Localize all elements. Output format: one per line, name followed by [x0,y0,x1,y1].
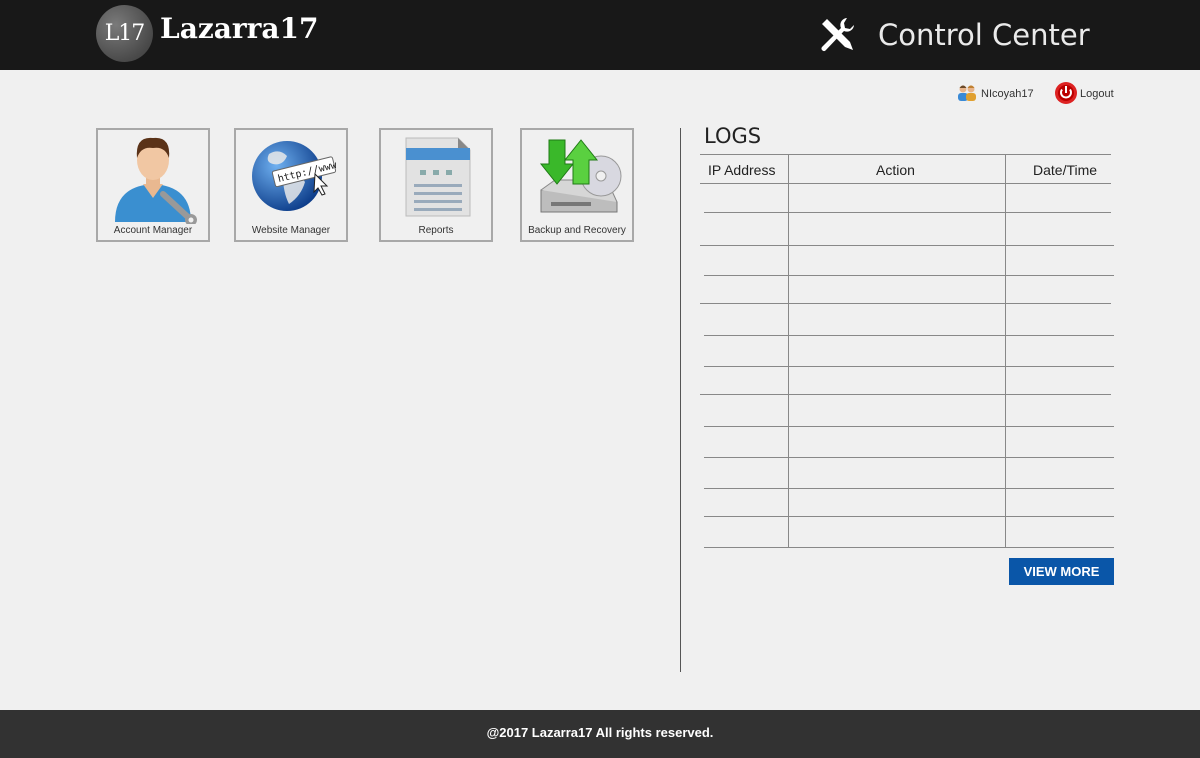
copyright-text: @2017 Lazarra17 All rights reserved. [486,725,714,740]
tile-reports[interactable]: Reports [379,128,493,242]
column-header-date-time: Date/Time [1033,162,1098,178]
table-row [704,275,1114,276]
logo-badge[interactable]: L17 [96,5,153,62]
table-row [704,335,1114,336]
view-more-button[interactable]: VIEW MORE [1009,558,1114,585]
account-manager-icon [115,137,197,224]
backup-disk-icon [539,139,622,213]
logout-link[interactable]: Logout [1080,88,1114,100]
tile-label: Reports [418,225,454,236]
table-border [700,154,1111,155]
table-row [700,394,1111,395]
globe-http-icon: http://www [252,141,339,211]
tile-backup-and-recovery[interactable]: Backup and Recovery [520,128,634,242]
logs-title: LOGS [704,124,762,148]
tile-label: Backup and Recovery [528,225,626,236]
username[interactable]: NIcoyah17 [981,88,1034,100]
brand-name[interactable]: Lazarra17 [160,12,318,45]
table-row [704,516,1114,517]
users-icon [958,85,976,101]
tile-label: Website Manager [251,225,331,236]
power-icon[interactable] [1054,81,1078,105]
wrench-screwdriver-icon [821,18,854,52]
table-row [700,303,1111,304]
table-row [704,426,1114,427]
table-row [704,547,1114,548]
tile-label: Account Manager [113,225,193,236]
header-bar: L17 Lazarra17 Control Center [0,0,1200,70]
table-row [704,212,1111,213]
tile-website-manager[interactable]: http://www Website Manager [234,128,348,242]
table-row [704,488,1114,489]
table-row [704,457,1114,458]
document-report-icon [405,137,471,217]
column-header-action: Action [876,162,915,178]
table-row [700,245,1114,246]
vertical-divider [680,128,681,672]
page-title: Control Center [878,18,1090,52]
table-row [700,183,1111,184]
footer-bar: @2017 Lazarra17 All rights reserved. [0,710,1200,758]
table-row [704,366,1114,367]
column-header-ip-address: IP Address [708,162,776,178]
tile-account-manager[interactable]: Account Manager [96,128,210,242]
